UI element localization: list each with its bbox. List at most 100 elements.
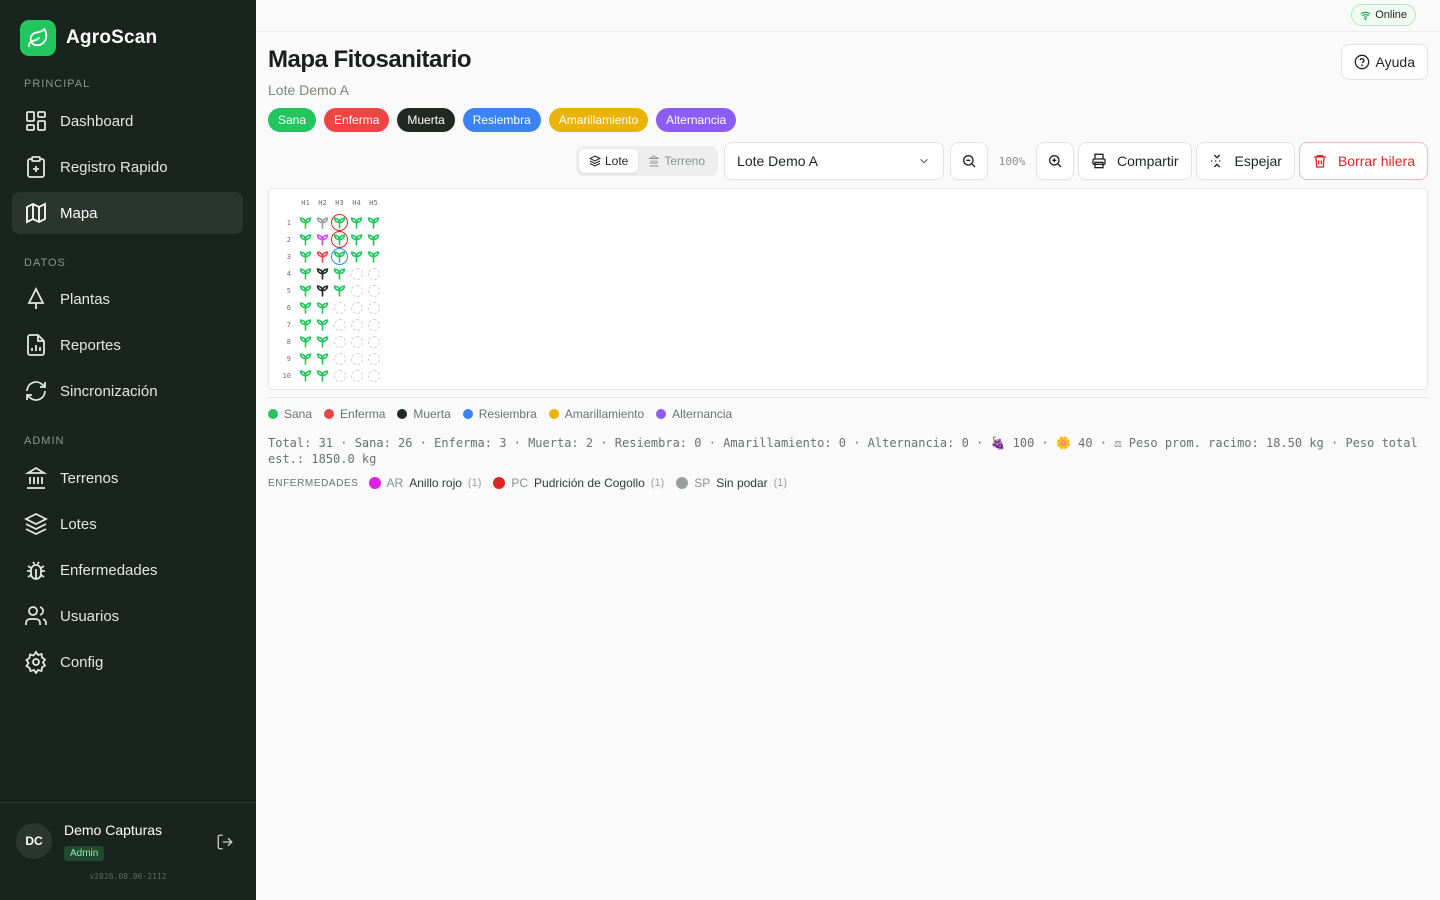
legend-label: Sana — [284, 407, 313, 421]
sidebar-item-label: Lotes — [60, 515, 97, 533]
plant-cell[interactable] — [365, 248, 382, 265]
zoom-out-button[interactable] — [950, 142, 989, 180]
lote-select[interactable]: Lote Demo A — [724, 142, 945, 180]
plant-cell[interactable] — [314, 231, 331, 248]
disease-item-sp[interactable]: SP Sin podar (1) — [676, 476, 787, 490]
sidebar-item-reportes[interactable]: Reportes — [12, 324, 243, 366]
divider — [268, 397, 1428, 398]
section-label-principal: PRINCIPAL — [24, 78, 91, 90]
plant-cell[interactable] — [348, 214, 365, 231]
plant-cell-empty[interactable] — [331, 316, 348, 333]
plant-cell-empty[interactable] — [348, 367, 365, 384]
chip-amarillamiento[interactable]: Amarillamiento — [548, 108, 649, 132]
plant-cell-empty[interactable] — [365, 350, 382, 367]
sidebar-item-mapa[interactable]: Mapa — [12, 192, 243, 234]
section-label-datos: DATOS — [24, 257, 66, 269]
disease-summary: ENFERMEDADES AR Anillo rojo (1) PC Pudri… — [268, 476, 799, 490]
plant-cell-empty[interactable] — [348, 333, 365, 350]
legend-item-muerta: Muerta — [397, 407, 451, 421]
plant-cell-empty[interactable] — [365, 299, 382, 316]
mirror-button[interactable]: Espejar — [1195, 142, 1295, 180]
plant-cell[interactable] — [331, 265, 348, 282]
plant-cell[interactable] — [331, 282, 348, 299]
plant-cell-empty[interactable] — [365, 316, 382, 333]
plant-cell[interactable] — [297, 316, 314, 333]
legend-item-alternancia: Alternancia — [656, 407, 732, 421]
plant-cell-empty[interactable] — [365, 282, 382, 299]
plant-cell-empty[interactable] — [348, 299, 365, 316]
plant-cell[interactable] — [331, 214, 348, 231]
plant-cell[interactable] — [331, 231, 348, 248]
plant-cell[interactable] — [331, 248, 348, 265]
logout-icon[interactable] — [216, 833, 234, 851]
disease-item-ar[interactable]: AR Anillo rojo (1) — [368, 476, 481, 490]
plant-cell[interactable] — [297, 350, 314, 367]
plant-cell-empty[interactable] — [331, 333, 348, 350]
zoom-in-button[interactable] — [1036, 142, 1075, 180]
sidebar-item-lotes[interactable]: Lotes — [12, 503, 243, 545]
plant-cell[interactable] — [314, 299, 331, 316]
map-legend: Sana Enferma Muerta Resiembra Amarillami… — [268, 407, 744, 421]
brand[interactable]: AgroScan — [20, 20, 157, 56]
plant-cell[interactable] — [297, 282, 314, 299]
sidebar-item-dashboard[interactable]: Dashboard — [12, 100, 243, 142]
delete-row-button[interactable]: Borrar hilera — [1298, 142, 1428, 180]
sidebar-item-sincronizacion[interactable]: Sincronización — [12, 370, 243, 412]
plant-cell[interactable] — [314, 265, 331, 282]
plant-cell-empty[interactable] — [365, 333, 382, 350]
chip-enferma[interactable]: Enferma — [324, 108, 390, 132]
disease-item-pc[interactable]: PC Pudrición de Cogollo (1) — [493, 476, 664, 490]
top-bar: Online — [256, 0, 1440, 32]
plant-cell[interactable] — [297, 214, 314, 231]
plant-cell[interactable] — [348, 248, 365, 265]
plant-cell[interactable] — [297, 265, 314, 282]
plant-cell-empty[interactable] — [348, 316, 365, 333]
plant-cell[interactable] — [297, 367, 314, 384]
column-header: H2 — [318, 199, 327, 207]
sidebar-item-terrenos[interactable]: Terrenos — [12, 457, 243, 499]
diseases-label: ENFERMEDADES — [268, 477, 359, 489]
plant-cell-empty[interactable] — [331, 367, 348, 384]
plant-cell-empty[interactable] — [331, 299, 348, 316]
plant-cell[interactable] — [365, 231, 382, 248]
plant-cell-empty[interactable] — [365, 367, 382, 384]
plant-cell-empty[interactable] — [348, 282, 365, 299]
sidebar-item-plantas[interactable]: Plantas — [12, 278, 243, 320]
plant-cell[interactable] — [297, 299, 314, 316]
plant-cell[interactable] — [297, 231, 314, 248]
layers-icon — [588, 155, 601, 167]
plant-cell[interactable] — [314, 333, 331, 350]
help-button[interactable]: Ayuda — [1340, 44, 1428, 80]
share-button[interactable]: Compartir — [1078, 142, 1192, 180]
row-header: 1 — [286, 219, 291, 227]
lote-select-value: Lote Demo A — [737, 153, 818, 169]
layers-icon — [24, 512, 48, 536]
chip-alternancia[interactable]: Alternancia — [656, 108, 737, 132]
sidebar-item-usuarios[interactable]: Usuarios — [12, 595, 243, 637]
main-content: Online Mapa Fitosanitario Lote Demo A Ay… — [256, 0, 1440, 900]
plant-cell[interactable] — [297, 333, 314, 350]
legend-dot — [268, 409, 278, 419]
plant-cell-empty[interactable] — [348, 350, 365, 367]
plant-cell[interactable] — [314, 367, 331, 384]
chip-resiembra[interactable]: Resiembra — [462, 108, 541, 132]
user-panel: DC Demo Capturas Admin v2026.08.06-2112 — [0, 802, 256, 900]
sidebar-item-enfermedades[interactable]: Enfermedades — [12, 549, 243, 591]
plant-cell[interactable] — [314, 350, 331, 367]
plant-cell-empty[interactable] — [365, 265, 382, 282]
plant-cell[interactable] — [314, 248, 331, 265]
plant-cell[interactable] — [314, 214, 331, 231]
chip-muerta[interactable]: Muerta — [397, 108, 455, 132]
view-terreno-button[interactable]: Terreno — [638, 149, 715, 173]
plant-cell-empty[interactable] — [331, 350, 348, 367]
plant-cell[interactable] — [365, 214, 382, 231]
plant-cell-empty[interactable] — [348, 265, 365, 282]
chip-sana[interactable]: Sana — [268, 108, 317, 132]
plant-cell[interactable] — [314, 316, 331, 333]
plant-cell[interactable] — [314, 282, 331, 299]
sidebar-item-config[interactable]: Config — [12, 641, 243, 683]
sidebar-item-registro-rapido[interactable]: Registro Rapido — [12, 146, 243, 188]
view-lote-button[interactable]: Lote — [578, 149, 639, 173]
plant-cell[interactable] — [297, 248, 314, 265]
plant-cell[interactable] — [348, 231, 365, 248]
